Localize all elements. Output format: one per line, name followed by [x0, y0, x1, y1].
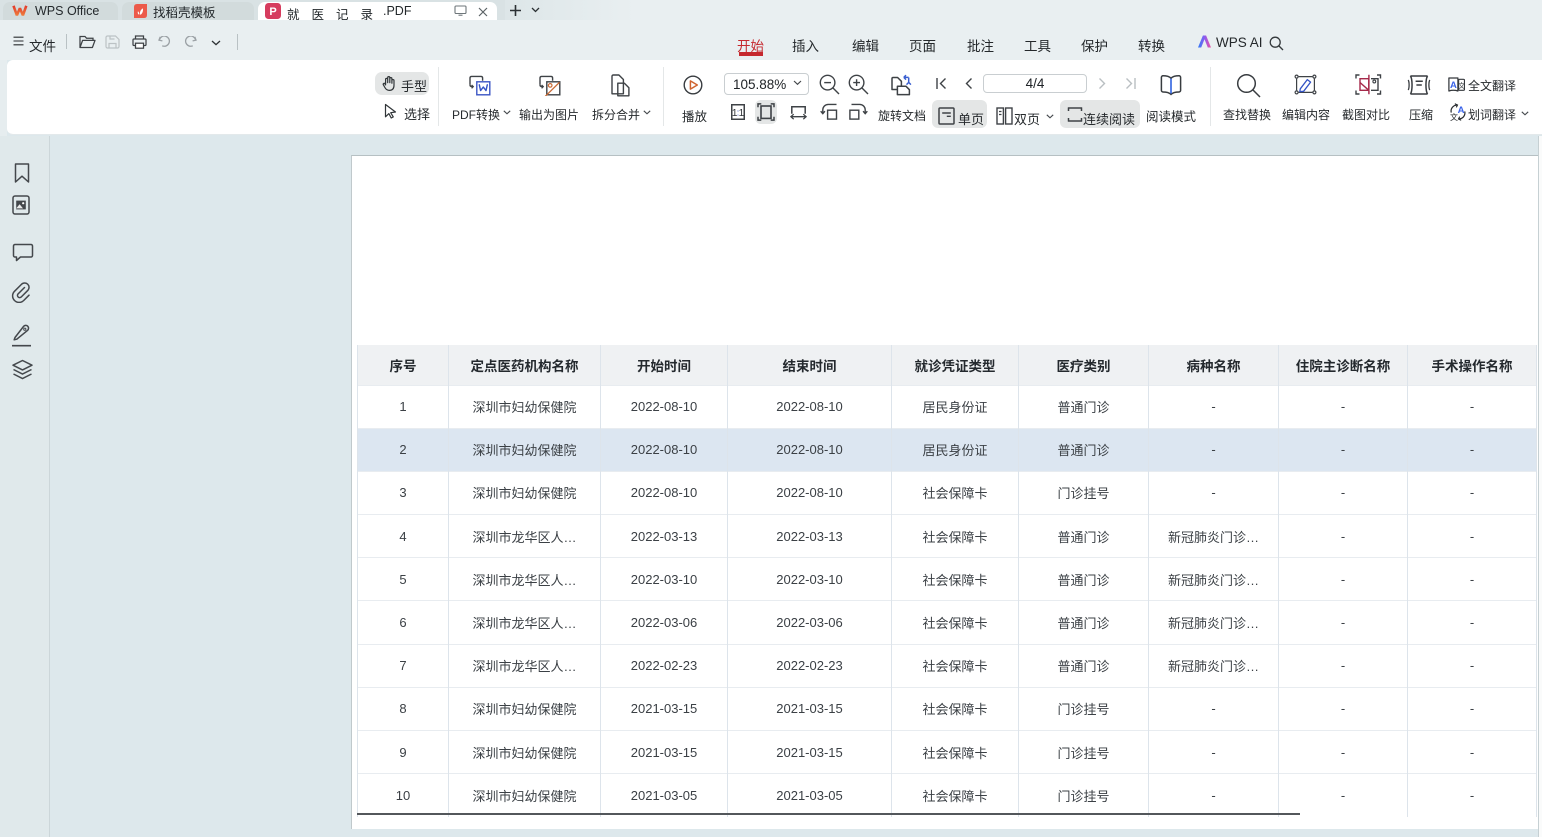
svg-text:1: 1 [739, 108, 745, 119]
svg-text:A: A [1450, 80, 1457, 91]
svg-text:P: P [269, 6, 276, 18]
svg-text:文: 文 [1458, 81, 1465, 91]
svg-text:A: A [1458, 105, 1465, 116]
